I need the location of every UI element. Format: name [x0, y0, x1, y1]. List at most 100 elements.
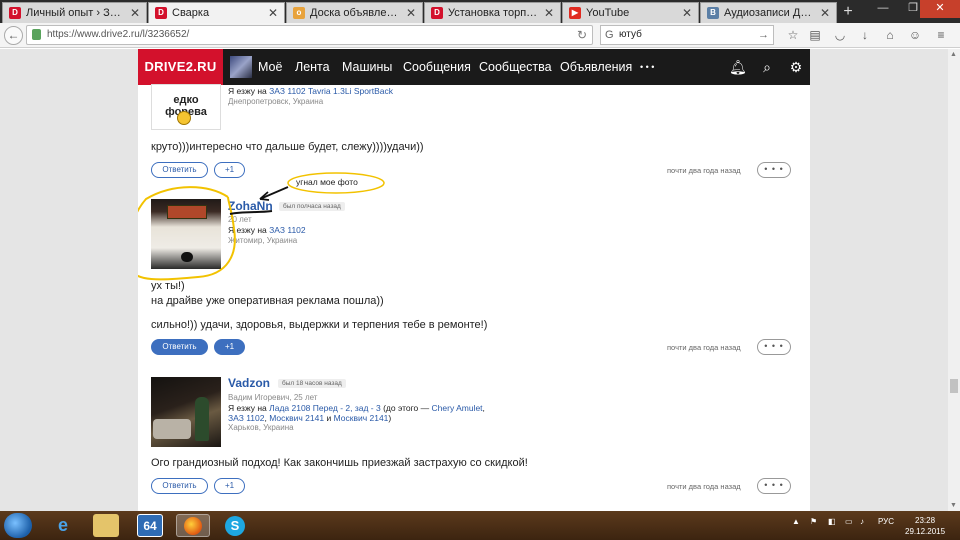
car-link[interactable]: Москвич 2141	[269, 413, 324, 423]
windows-start-icon[interactable]	[4, 513, 32, 538]
close-tab-icon[interactable]: ✕	[130, 6, 140, 20]
tray-arrow-icon[interactable]: ▲	[792, 517, 800, 526]
clock-time: 23:28	[915, 516, 936, 525]
tab-title: Аудиозаписи Денички...	[724, 7, 816, 19]
new-tab-icon[interactable]: +	[838, 2, 858, 22]
and-text: и	[326, 413, 332, 423]
download-icon[interactable]: ↓	[858, 28, 872, 42]
search-input[interactable]: G ютуб →	[600, 25, 774, 45]
scroll-down-icon[interactable]: ▼	[950, 502, 957, 509]
car-link[interactable]: ЗАЗ 1102	[228, 413, 264, 423]
before-text: (до этого —	[383, 403, 430, 413]
car-link[interactable]: Chery Amulet	[432, 403, 483, 413]
home-icon[interactable]: ⌂	[883, 28, 897, 42]
underline-mark	[229, 210, 273, 215]
app-64-icon[interactable]: 64	[137, 514, 163, 537]
clock-date: 29.12.2015	[905, 527, 946, 536]
battery-icon[interactable]: ▭	[845, 517, 853, 526]
youtube-favicon-icon: ▶	[569, 7, 581, 19]
close-tab-icon[interactable]: ✕	[406, 6, 416, 20]
bookmark-star-icon[interactable]: ☆	[786, 28, 800, 42]
addon-icon[interactable]: ☺	[908, 28, 922, 42]
reload-icon[interactable]: ↻	[577, 26, 587, 44]
browser-tab-bar: D Личный опыт › ЗАЗ 11... ✕ D Сварка ✕ o…	[0, 0, 960, 23]
browser-toolbar: ← https://www.drive2.ru/l/3236652/ ↻ G ю…	[0, 23, 960, 48]
close-tab-icon[interactable]: ✕	[544, 6, 554, 20]
close-tab-icon[interactable]: ✕	[268, 6, 278, 20]
url-text: https://www.drive2.ru/l/3236652/	[47, 29, 190, 40]
system-clock[interactable]: 23:28 29.12.2015	[905, 515, 945, 537]
car-image	[153, 419, 191, 439]
annotation-text: угнал мое фото	[296, 177, 358, 187]
menu-hamburger-icon[interactable]: ≡	[934, 28, 948, 42]
plus-one-button[interactable]: +1	[214, 339, 245, 355]
comment-3-avatar[interactable]	[151, 377, 221, 447]
comment-2-text-line-2: на драйве уже оперативная реклама пошла)…	[151, 295, 384, 307]
comment-3-username[interactable]: Vadzon	[228, 376, 270, 390]
scrollbar-thumb[interactable]	[950, 379, 958, 393]
tab-title: Личный опыт › ЗАЗ 11...	[26, 7, 126, 19]
close-paren: )	[388, 413, 392, 423]
close-tab-icon[interactable]: ✕	[820, 6, 830, 20]
more-options-button[interactable]: • • •	[757, 478, 791, 494]
browser-tab-3[interactable]: o Доска объявлений OL... ✕	[286, 2, 423, 23]
browser-tab-5[interactable]: ▶ YouTube ✕	[562, 2, 699, 23]
tab-title: Сварка	[172, 7, 210, 19]
close-tab-icon[interactable]: ✕	[682, 6, 692, 20]
plus-one-button[interactable]: +1	[214, 478, 245, 494]
search-go-icon[interactable]: →	[758, 26, 769, 44]
tray-app-icon[interactable]: ◧	[828, 517, 836, 526]
comment-2-text-line-3: сильно!)) удачи, здоровья, выдержки и те…	[151, 319, 488, 331]
search-engine-icon: G	[605, 29, 614, 41]
comment-2-text-line-1: ух ты!)	[151, 280, 185, 292]
browser-tab-2-active[interactable]: D Сварка ✕	[148, 2, 285, 23]
car-link[interactable]: Москвич 2141	[334, 413, 389, 423]
tab-title: Доска объявлений OL...	[310, 7, 402, 19]
comment-time: почти два года назад	[667, 482, 741, 491]
yellow-circle-mark	[138, 186, 236, 281]
lock-icon	[32, 29, 41, 40]
comment-3-location: Харьков, Украина	[228, 423, 294, 432]
tab-title: Установка торпеды от ...	[448, 7, 540, 19]
comment-3-realname: Вадим Игоревич, 25 лет	[228, 393, 318, 402]
address-bar[interactable]: https://www.drive2.ru/l/3236652/ ↻	[26, 25, 593, 45]
tab-title: YouTube	[586, 7, 630, 19]
page-scrollbar[interactable]: ▲ ▼	[948, 49, 960, 511]
tray-flag-icon[interactable]: ⚑	[810, 517, 817, 526]
comment-time: почти два года назад	[667, 343, 741, 352]
comment-3-text: Ого грандиозный подход! Как закончишь пр…	[151, 457, 528, 469]
more-options-button[interactable]: • • •	[757, 339, 791, 355]
language-indicator[interactable]: РУС	[878, 517, 894, 526]
minimize-icon[interactable]: —	[868, 0, 898, 18]
olx-favicon-icon: o	[293, 7, 305, 19]
browser-tab-1[interactable]: D Личный опыт › ЗАЗ 11... ✕	[2, 2, 147, 23]
page-content: DRIVE2.RU Моё Лента Машины Сообщения Соо…	[138, 49, 810, 511]
windows-taskbar: e 64 S ▲ ⚑ ◧ ▭ ♪ РУС 23:28 29.12.2015	[0, 511, 960, 540]
internet-explorer-icon[interactable]: e	[50, 514, 76, 537]
comment-3-car-line-2: ЗАЗ 1102, Москвич 2141 и Москвич 2141)	[228, 413, 392, 423]
back-arrow-icon[interactable]: ←	[4, 26, 23, 45]
reading-list-icon[interactable]: ▤	[808, 28, 822, 42]
browser-tab-6[interactable]: В Аудиозаписи Денички... ✕	[700, 2, 837, 23]
firefox-icon[interactable]	[176, 514, 210, 537]
reply-button[interactable]: Ответить	[151, 339, 208, 355]
scroll-up-icon[interactable]: ▲	[950, 51, 957, 58]
pocket-icon[interactable]: ◡	[833, 28, 847, 42]
volume-icon[interactable]: ♪	[860, 517, 864, 526]
drive2-favicon-icon: D	[9, 7, 21, 19]
person-image	[195, 397, 209, 441]
comment-3-car-line-1: Я езжу на Лада 2108 Перед - 2, зад - 3 (…	[228, 403, 485, 413]
reply-button[interactable]: Ответить	[151, 478, 208, 494]
skype-icon[interactable]: S	[222, 514, 248, 537]
vk-favicon-icon: В	[707, 7, 719, 19]
annotation-arrow-icon	[259, 186, 289, 200]
close-window-icon[interactable]: ✕	[920, 0, 960, 18]
browser-tab-4[interactable]: D Установка торпеды от ... ✕	[424, 2, 561, 23]
online-status-badge: был 18 часов назад	[278, 379, 346, 388]
search-value: ютуб	[619, 29, 642, 40]
file-explorer-icon[interactable]	[93, 514, 119, 537]
car-link[interactable]: Лада 2108 Перед - 2, зад - 3	[269, 403, 381, 413]
annotation-overlay	[138, 172, 385, 281]
drive-prefix: Я езжу на	[228, 403, 267, 413]
drive2-favicon-icon: D	[155, 7, 167, 19]
